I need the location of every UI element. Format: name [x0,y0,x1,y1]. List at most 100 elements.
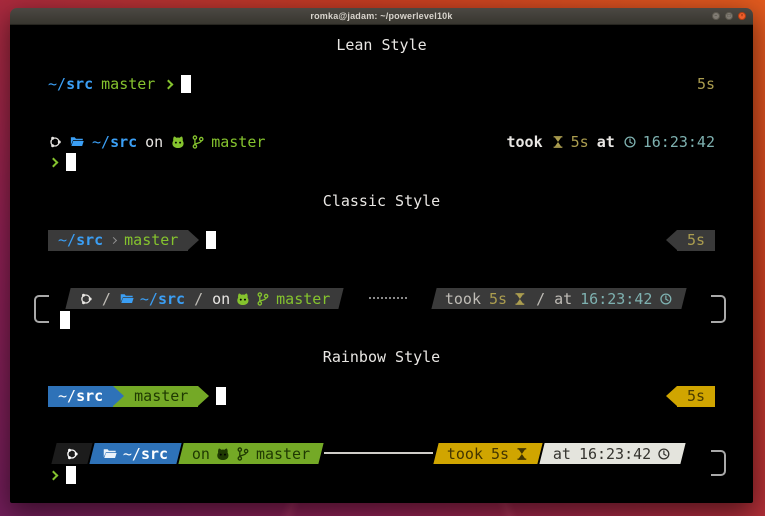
rainbow2-on-label: on [192,444,210,462]
rainbow1-branch: master [134,387,188,405]
rainbow2-time: 16:23:42 [579,444,651,462]
terminal-cursor [60,311,70,329]
classic2-on-label: on [212,289,230,307]
rainbow2-path: src [141,444,168,462]
lean2-path: src [110,133,137,151]
powerline-arrow-icon [198,386,209,406]
classic-prompt-2-line1: / ~/src / on master [34,287,726,309]
prompt-chevron-icon [49,157,59,167]
lean-prompt-2-line2 [48,152,715,172]
rainbow2-at-label: at [553,444,571,462]
classic-style-heading: Classic Style [48,191,715,211]
lean2-time: 16:23:42 [643,133,715,151]
rainbow-prompt-2-line2 [48,464,726,486]
classic2-right-segment: took 5s / at 16:23:42 [432,288,687,309]
segment-separator: / [194,289,203,307]
rainbow-prompt-1: ~/src master 5s [48,385,715,407]
separator-chevron-icon [110,236,117,243]
folder-icon [103,446,117,460]
rainbow1-duration: 5s [687,387,705,405]
rainbow2-right-segments: took 5s at 16:23:42 [433,443,685,464]
os-icon [79,291,93,305]
classic1-right-segment: 5s [677,230,715,251]
rainbow1-path: src [76,387,103,405]
classic2-path: src [158,289,185,307]
segment-separator: / [537,289,546,307]
classic2-took-label: took [445,289,481,307]
lean-prompt-2-line1: ~/src on master took 5s at 16:23:42 [48,132,715,152]
git-branch-icon [236,446,250,460]
lean2-at-label: at [597,133,615,151]
terminal-cursor [206,231,216,249]
lean1-duration: 5s [697,75,715,93]
terminal-window: romka@jadam: ~/powerlevel10k − □ × Lean … [10,8,753,503]
github-icon [236,291,250,305]
clock-icon [657,446,671,460]
maximize-button[interactable]: □ [725,12,733,20]
lean2-on-label: on [145,133,163,151]
rainbow2-path-prefix: ~/ [123,444,141,462]
classic2-duration: 5s [490,289,508,307]
powerline-arrow-icon [666,230,677,250]
classic2-path-prefix: ~/ [140,289,158,307]
prompt-chevron-icon [49,470,59,480]
rainbow2-branch: master [256,444,310,462]
lean2-path-prefix: ~/ [92,133,110,151]
powerline-arrow-icon [666,386,677,406]
prompt-chevron-icon [164,79,174,89]
lean2-branch: master [211,133,265,151]
classic-prompt-2-line2 [34,309,726,331]
rainbow1-path-segment: ~/src [48,386,113,407]
os-icon [65,446,79,460]
git-branch-icon [256,291,270,305]
terminal-cursor [66,466,76,484]
hourglass-icon [514,291,528,305]
close-button[interactable]: × [738,12,746,20]
segment-separator: / [102,289,111,307]
classic1-duration: 5s [687,231,705,249]
terminal-cursor [66,153,76,171]
classic-prompt-2: / ~/src / on master [34,287,726,331]
rainbow2-left-segments: ~/src on master [51,443,324,464]
clock-icon [659,291,673,305]
rainbow-style-title: Rainbow Style [323,348,440,366]
prompt-frame-right [711,295,726,323]
github-icon [216,446,230,460]
classic2-left-segment: / ~/src / on master [65,288,344,309]
window-title: romka@jadam: ~/powerlevel10k [10,11,753,21]
rainbow-style-heading: Rainbow Style [48,347,715,367]
lean-prompt-1: ~/src master 5s [48,74,715,94]
classic1-branch: master [124,231,178,249]
classic1-path: src [76,231,103,249]
lean1-path-prefix: ~/ [48,75,66,93]
git-branch-icon [191,135,205,149]
classic2-branch: master [276,289,330,307]
line-connector [321,452,435,454]
rainbow1-path-prefix: ~/ [58,387,76,405]
hourglass-icon [515,446,529,460]
lean1-branch: master [101,75,155,93]
github-icon [171,135,185,149]
window-titlebar[interactable]: romka@jadam: ~/powerlevel10k − □ × [10,8,753,25]
classic2-at-label: at [555,289,573,307]
prompt-frame-left [34,295,49,323]
lean2-duration: 5s [571,133,589,151]
lean2-took-label: took [507,133,543,151]
powerline-arrow-icon [188,230,199,250]
terminal-cursor [216,387,226,405]
classic-style-title: Classic Style [323,192,440,210]
terminal-screen[interactable]: Lean Style ~/src master 5s ~/src on mast… [10,25,753,503]
rainbow2-took-label: took [447,444,483,462]
os-icon [48,135,62,149]
minimize-button[interactable]: − [712,12,720,20]
rainbow-prompt-2-line1: ~/src on master [48,442,726,464]
window-controls: − □ × [712,8,746,24]
prompt-frame-right [711,450,726,476]
rainbow2-duration: 5s [491,444,509,462]
classic1-left-segment: ~/src master [48,230,188,251]
hourglass-icon [551,135,565,149]
classic2-time: 16:23:42 [581,289,653,307]
lean-style-title: Lean Style [336,36,426,54]
lean1-path: src [66,75,93,93]
folder-icon [120,291,134,305]
